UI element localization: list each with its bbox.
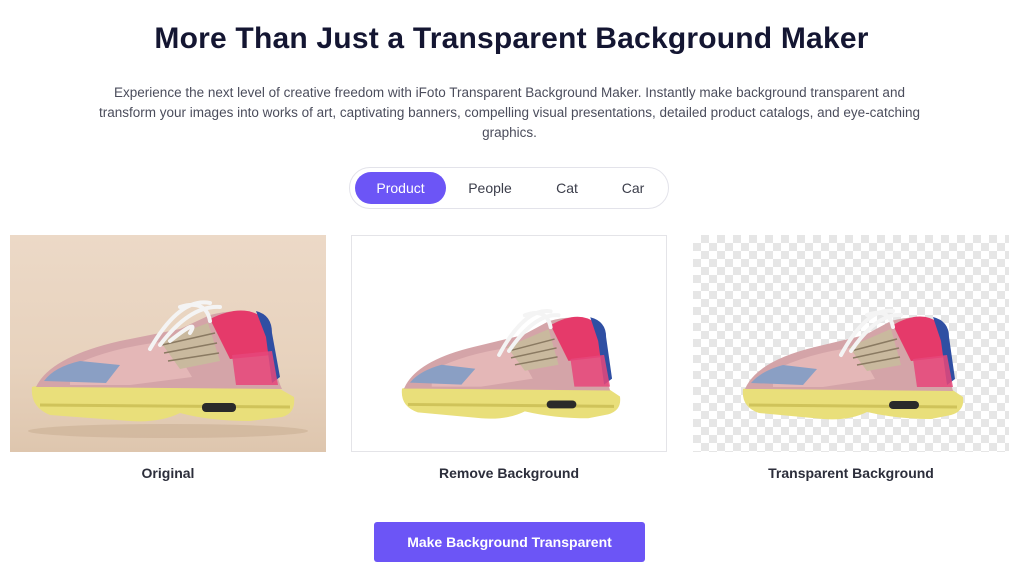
- sneaker-image: [28, 300, 308, 438]
- category-tabs: Product People Cat Car: [349, 167, 669, 209]
- sneaker-image: [742, 308, 964, 420]
- caption-transparent-background: Transparent Background: [768, 465, 934, 481]
- removed-background-panel: [351, 235, 667, 452]
- tab-people[interactable]: People: [450, 172, 530, 204]
- tab-cat[interactable]: Cat: [536, 172, 598, 204]
- sneaker-image: [401, 309, 621, 419]
- make-background-transparent-button[interactable]: Make Background Transparent: [374, 522, 645, 562]
- caption-original: Original: [141, 465, 195, 481]
- page-subtitle: Experience the next level of creative fr…: [99, 85, 920, 140]
- original-image-panel: [10, 235, 326, 452]
- tab-car[interactable]: Car: [602, 172, 664, 204]
- transparent-background-panel: [693, 235, 1009, 452]
- tab-product[interactable]: Product: [355, 172, 446, 204]
- caption-remove-background: Remove Background: [438, 465, 580, 481]
- page-title: More Than Just a Transparent Background …: [154, 22, 869, 55]
- page: More Than Just a Transparent Background …: [0, 0, 1023, 584]
